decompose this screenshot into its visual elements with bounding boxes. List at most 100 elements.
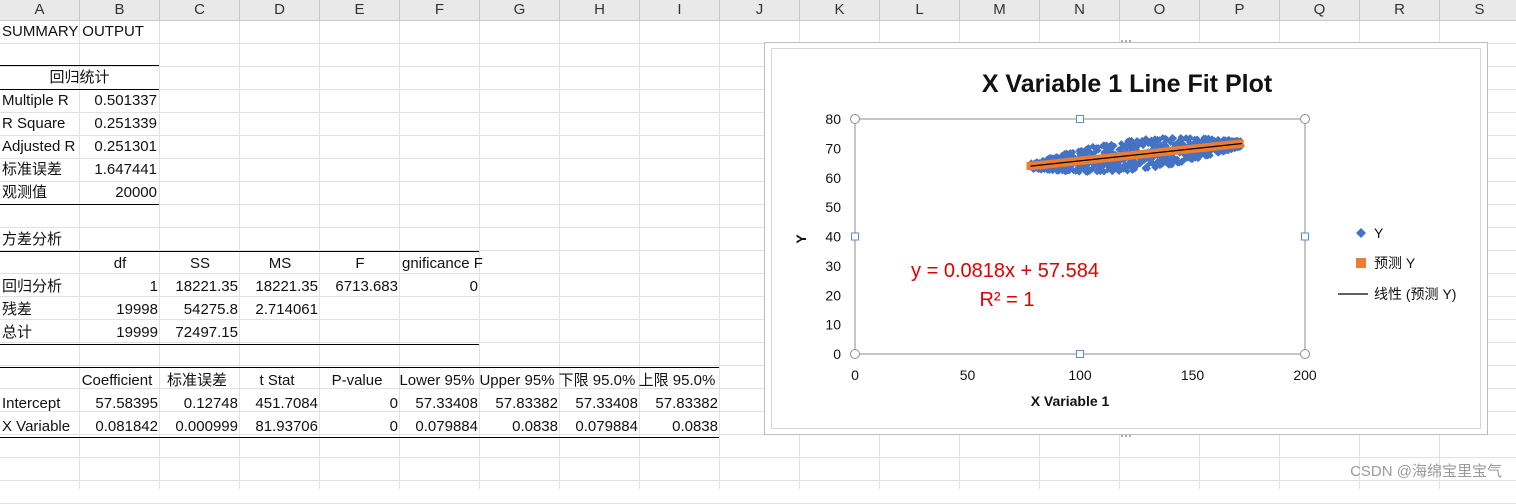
y-tick-label: 70 <box>825 140 841 156</box>
plot-handle <box>1300 349 1310 359</box>
column-header-B[interactable]: B <box>80 0 160 21</box>
column-header-Q[interactable]: Q <box>1280 0 1360 21</box>
column-header-N[interactable]: N <box>1040 0 1120 21</box>
legend-pred-marker <box>1356 258 1366 268</box>
column-header-M[interactable]: M <box>960 0 1040 21</box>
coef-cell[interactable]: 57.58395 <box>80 393 160 415</box>
coef-cell[interactable]: 57.33408 <box>400 393 480 415</box>
column-header-I[interactable]: I <box>640 0 720 21</box>
coef-header[interactable]: Lower 95% <box>394 370 480 392</box>
regstats-label[interactable]: R Square <box>0 113 80 135</box>
coef-cell[interactable]: 81.93706 <box>240 416 320 438</box>
regstats-header[interactable]: 回归统计 <box>0 67 159 89</box>
regstats-value[interactable]: 0.251339 <box>80 113 159 135</box>
x-axis-label: X Variable 1 <box>1031 393 1110 409</box>
column-header-R[interactable]: R <box>1360 0 1440 21</box>
regstats-label[interactable]: 观测值 <box>0 182 80 204</box>
anova-header[interactable]: gnificance F <box>400 253 510 275</box>
coef-header[interactable]: 上限 95.0% <box>634 370 720 392</box>
regstats-label[interactable]: Multiple R <box>0 90 80 112</box>
resize-handle-top[interactable] <box>1121 40 1131 46</box>
anova-title[interactable]: 方差分析 <box>0 229 120 251</box>
coef-cell[interactable]: 451.7084 <box>240 393 320 415</box>
column-header-G[interactable]: G <box>480 0 560 21</box>
coef-cell[interactable]: 0 <box>320 416 400 438</box>
regstats-label[interactable]: 标准误差 <box>0 159 80 181</box>
coef-cell[interactable]: 57.83382 <box>640 393 720 415</box>
coef-cell[interactable]: 0.0838 <box>640 416 720 438</box>
coef-header[interactable]: 标准误差 <box>154 370 240 392</box>
chart-frame[interactable]: X Variable 1 Line Fit Plot X Variable 1 … <box>764 40 1488 437</box>
y-tick-label: 50 <box>825 199 841 215</box>
y-tick-label: 20 <box>825 287 841 303</box>
coef-row-label[interactable]: X Variable <box>0 416 80 438</box>
legend-y-label: Y <box>1374 225 1384 241</box>
coef-cell[interactable]: 0.081842 <box>80 416 160 438</box>
coef-header[interactable]: 下限 95.0% <box>554 370 640 392</box>
plot-handle <box>1076 115 1084 123</box>
coef-header[interactable]: Coefficient <box>74 370 160 392</box>
resize-handle-bottom[interactable] <box>1121 431 1131 437</box>
column-header-E[interactable]: E <box>320 0 400 21</box>
coef-cell[interactable]: 0.079884 <box>560 416 640 438</box>
column-header-L[interactable]: L <box>880 0 960 21</box>
coef-cell[interactable]: 0.0838 <box>480 416 560 438</box>
anova-cell[interactable]: 18221.35 <box>240 276 320 298</box>
y-tick-label: 0 <box>833 346 841 362</box>
coef-cell[interactable]: 0 <box>320 393 400 415</box>
column-header-P[interactable]: P <box>1200 0 1280 21</box>
column-header-S[interactable]: S <box>1440 0 1516 21</box>
column-header-C[interactable]: C <box>160 0 240 21</box>
spreadsheet: ABCDEFGHIJKLMNOPQRS SUMMARY OUTPUT 回归统计 … <box>0 0 1516 504</box>
anova-cell[interactable]: 1 <box>80 276 160 298</box>
rule <box>0 367 719 368</box>
anova-header[interactable]: SS <box>160 253 240 275</box>
coef-cell[interactable]: 57.33408 <box>560 393 640 415</box>
column-header-F[interactable]: F <box>400 0 480 21</box>
plot-area: 0 10 20 30 40 50 60 70 80 0 50 100 150 200 <box>825 111 1316 383</box>
anova-cell[interactable]: 18221.35 <box>160 276 240 298</box>
regstats-label[interactable]: Adjusted R <box>0 136 80 158</box>
anova-cell[interactable]: 54275.8 <box>160 299 240 321</box>
plot-handle <box>1300 114 1310 124</box>
coef-cell[interactable]: 0.000999 <box>160 416 240 438</box>
column-header-J[interactable]: J <box>720 0 800 21</box>
rule <box>0 344 479 345</box>
column-header-D[interactable]: D <box>240 0 320 21</box>
regstats-value[interactable]: 20000 <box>80 182 159 204</box>
coef-cell[interactable]: 57.83382 <box>480 393 560 415</box>
anova-row-label[interactable]: 回归分析 <box>0 276 80 298</box>
chart-title: X Variable 1 Line Fit Plot <box>982 70 1273 98</box>
column-header-K[interactable]: K <box>800 0 880 21</box>
column-header-A[interactable]: A <box>0 0 80 21</box>
anova-cell[interactable]: 19999 <box>80 322 160 344</box>
rule <box>0 251 479 252</box>
regstats-value[interactable]: 0.501337 <box>80 90 159 112</box>
summary-title[interactable]: SUMMARY OUTPUT <box>0 21 160 43</box>
anova-header[interactable]: F <box>320 253 400 275</box>
plot-handle <box>1301 232 1309 241</box>
anova-cell[interactable]: 19998 <box>80 299 160 321</box>
anova-row-label[interactable]: 总计 <box>0 322 80 344</box>
anova-cell[interactable]: 2.714061 <box>240 299 320 321</box>
coef-header[interactable]: P-value <box>314 370 400 392</box>
anova-header[interactable]: MS <box>240 253 320 275</box>
column-header-O[interactable]: O <box>1120 0 1200 21</box>
anova-header[interactable]: df <box>80 253 160 275</box>
anova-cell[interactable]: 6713.683 <box>320 276 400 298</box>
coef-row-label[interactable]: Intercept <box>0 393 80 415</box>
anova-cell[interactable]: 0 <box>400 276 480 298</box>
coef-header[interactable]: Upper 95% <box>474 370 560 392</box>
rule <box>0 204 159 205</box>
coef-cell[interactable]: 0.12748 <box>160 393 240 415</box>
regstats-value[interactable]: 0.251301 <box>80 136 159 158</box>
column-header-H[interactable]: H <box>560 0 640 21</box>
plot-handle <box>850 114 860 124</box>
anova-cell[interactable]: 72497.15 <box>160 322 240 344</box>
legend-pred-label: 预测 Y <box>1374 255 1416 271</box>
regstats-value[interactable]: 1.647441 <box>80 159 159 181</box>
rule <box>0 437 719 438</box>
coef-header[interactable]: t Stat <box>234 370 320 392</box>
coef-cell[interactable]: 0.079884 <box>400 416 480 438</box>
anova-row-label[interactable]: 残差 <box>0 299 80 321</box>
